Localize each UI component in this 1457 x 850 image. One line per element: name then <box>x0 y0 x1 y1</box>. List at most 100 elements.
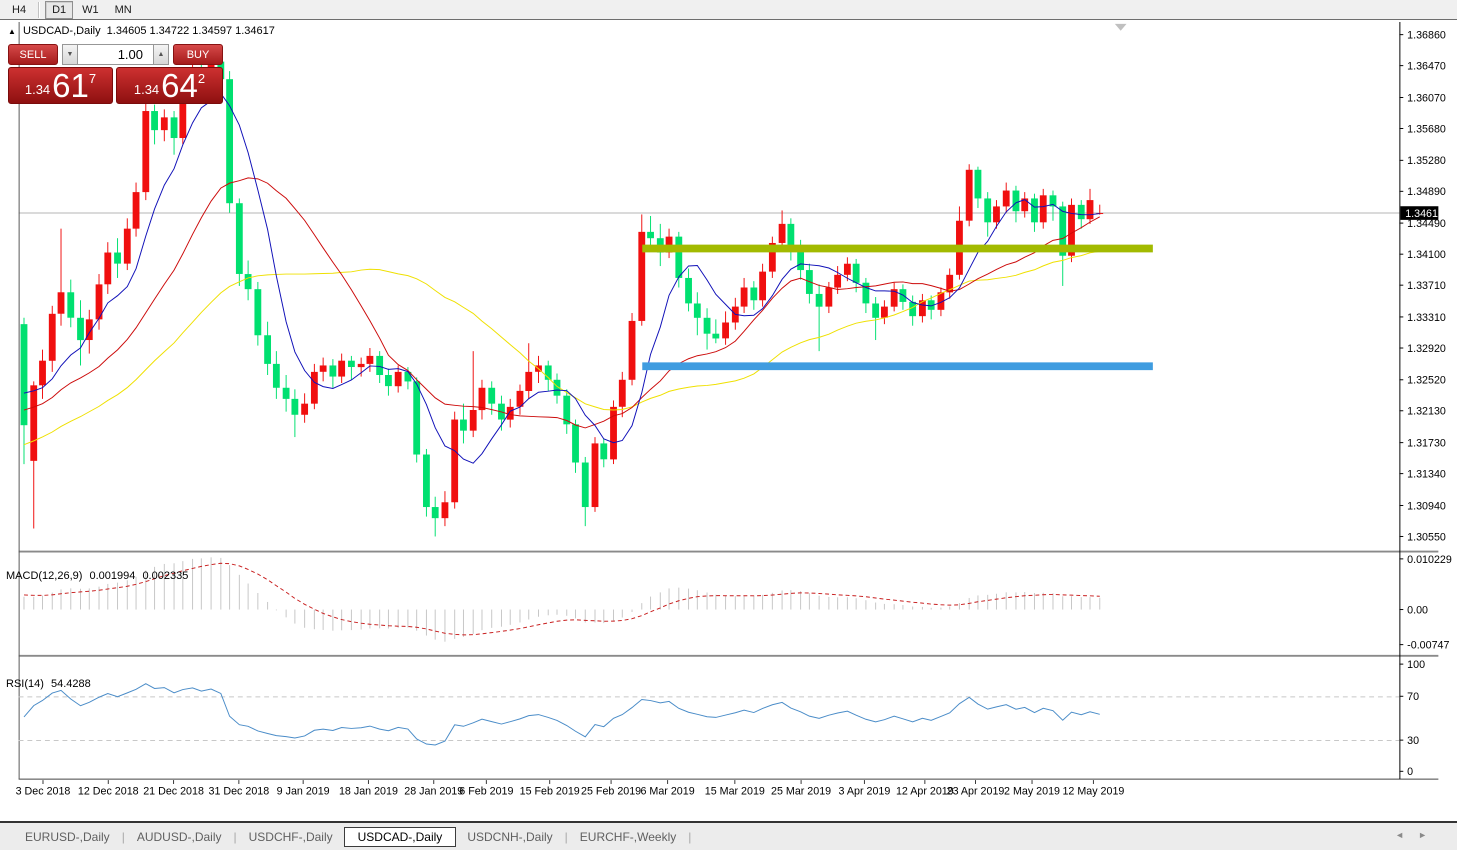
chart-area[interactable]: 1.368601.364701.360701.356801.352801.348… <box>0 21 1457 821</box>
candle-body <box>675 237 682 278</box>
tab-eurchf[interactable]: EURCHF-,Weekly <box>569 828 687 846</box>
candle-body <box>114 253 121 264</box>
candle-body <box>984 198 991 222</box>
macd-scale-label: -0.00747 <box>1407 640 1449 652</box>
candle-body <box>694 303 701 317</box>
candle-body <box>470 410 477 431</box>
candle <box>236 198 243 286</box>
candle-body <box>67 292 74 317</box>
volume-decrement-button[interactable]: ▼ <box>62 44 78 65</box>
tabs-scroll-right-icon[interactable]: ► <box>1418 830 1441 840</box>
price-tick-label: 1.35680 <box>1407 123 1446 135</box>
candle-body <box>58 292 65 313</box>
candle-body <box>49 314 56 361</box>
sell-price-panel[interactable]: 1.34617 <box>8 67 113 104</box>
candle-body <box>151 111 158 130</box>
rsi-scale-label: 100 <box>1407 659 1425 671</box>
rsi-scale-label: 30 <box>1407 735 1419 747</box>
buy-button[interactable]: BUY <box>173 44 223 65</box>
tabs-scroll-left-icon[interactable]: ◄ <box>1395 830 1418 840</box>
candle-body <box>264 335 271 364</box>
candle-body <box>853 264 860 283</box>
candle <box>142 103 149 200</box>
symbol-marker-icon: ▲ <box>8 27 16 36</box>
sell-price-main: 61 <box>52 69 89 102</box>
candle-body <box>358 364 365 367</box>
date-tick-label: 9 Jan 2019 <box>277 786 330 798</box>
candle-body <box>816 294 823 307</box>
triangle-up-icon: ▲ <box>158 51 165 58</box>
candle-body <box>797 251 804 270</box>
candle-body <box>30 385 37 461</box>
date-tick-label: 12 Apr 2019 <box>896 786 954 798</box>
price-tick-label: 1.33710 <box>1407 280 1446 292</box>
candle-body <box>1078 205 1085 219</box>
last-price-label: 1.34617 <box>1405 208 1444 220</box>
candle-body <box>104 253 111 285</box>
price-tick-label: 1.30550 <box>1407 531 1446 543</box>
date-tick-label: 31 Dec 2018 <box>209 786 270 798</box>
candle <box>451 412 458 509</box>
triangle-down-icon: ▼ <box>67 51 74 58</box>
rsi-scale-label: 70 <box>1407 691 1419 703</box>
candle <box>423 449 430 517</box>
candle-body <box>124 229 131 264</box>
timeframe-button-mn[interactable]: MN <box>108 1 139 19</box>
candle-body <box>77 318 84 340</box>
candle-body <box>161 117 168 130</box>
macd-signal-value: 0.002335 <box>142 570 188 582</box>
timeframe-button-d1[interactable]: D1 <box>45 1 73 19</box>
tab-audusd[interactable]: AUDUSD-,Daily <box>126 828 233 846</box>
macd-label: MACD(12,26,9) 0.001994 0.002335 <box>6 570 192 582</box>
date-tick-label: 18 Jan 2019 <box>339 786 398 798</box>
candle <box>592 437 599 512</box>
candle-body <box>712 334 719 339</box>
buy-price-main: 64 <box>161 69 198 102</box>
timeframe-button-w1[interactable]: W1 <box>75 1 106 19</box>
timeframe-toolbar: H4 D1W1MN <box>0 0 1457 20</box>
candle-body <box>600 443 607 459</box>
candle-body <box>460 420 467 431</box>
candle-body <box>254 289 261 335</box>
candle-body <box>301 404 308 415</box>
tab-usdchf[interactable]: USDCHF-,Daily <box>238 828 344 846</box>
tab-eurusd[interactable]: EURUSD-,Daily <box>14 828 121 846</box>
candle-body <box>572 424 579 462</box>
candle-body <box>1040 195 1047 222</box>
price-tick-label: 1.34890 <box>1407 186 1446 198</box>
tab-usdcnh[interactable]: USDCNH-,Daily <box>456 828 563 846</box>
price-tick-label: 1.31730 <box>1407 438 1446 450</box>
price-tick-label: 1.36860 <box>1407 30 1446 42</box>
candle-body <box>722 322 729 338</box>
buy-price-prefix: 1.34 <box>134 82 159 97</box>
tab-usdcad[interactable]: USDCAD-,Daily <box>344 827 457 847</box>
candle-body <box>1003 191 1010 207</box>
candle-body <box>245 274 252 289</box>
candle-body <box>451 420 458 503</box>
candle-body <box>582 463 589 508</box>
price-tick-label: 1.33310 <box>1407 312 1446 324</box>
timeframe-button-h4[interactable]: H4 <box>5 1 33 19</box>
volume-increment-button[interactable]: ▲ <box>153 44 169 65</box>
candle <box>1068 198 1075 262</box>
candle-body <box>750 288 757 301</box>
candle-body <box>629 321 636 380</box>
date-tick-label: 23 Apr 2019 <box>947 786 1005 798</box>
candle-body <box>685 278 692 303</box>
candle-body <box>881 307 888 318</box>
buy-price-panel[interactable]: 1.34642 <box>116 67 223 104</box>
candle-body <box>367 356 374 364</box>
candle-body <box>329 365 336 376</box>
candle-body <box>741 288 748 307</box>
date-tick-label: 3 Dec 2018 <box>16 786 71 798</box>
macd-value: 0.001994 <box>89 570 135 582</box>
date-tick-label: 12 May 2019 <box>1062 786 1124 798</box>
candle <box>966 164 973 226</box>
sell-button[interactable]: SELL <box>8 44 58 65</box>
volume-input[interactable] <box>78 44 153 65</box>
chart-header: ▲ USDCAD-,Daily 1.34605 1.34722 1.34597 … <box>8 25 278 37</box>
candle-body <box>507 407 514 420</box>
candle-body <box>704 318 711 334</box>
candle-body <box>376 356 383 375</box>
candle-body <box>592 443 599 507</box>
